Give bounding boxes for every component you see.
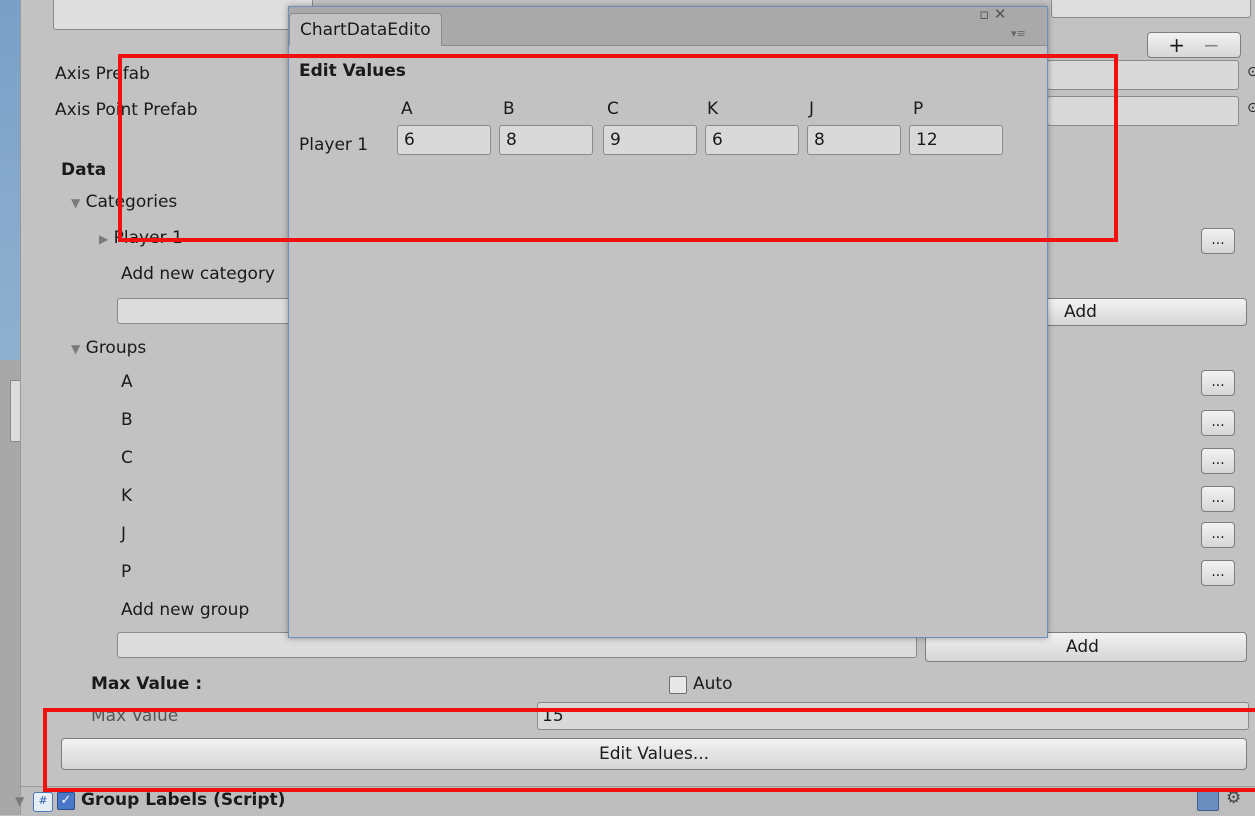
max-value-heading: Max Value : — [91, 674, 203, 694]
top-right-field[interactable] — [1051, 0, 1251, 18]
data-heading: Data — [61, 160, 107, 180]
column-header-c: C — [607, 99, 619, 119]
group-item-b: B — [121, 410, 133, 430]
auto-checkbox[interactable] — [669, 676, 687, 694]
max-value-field[interactable]: 15 — [537, 702, 1249, 730]
category-options-button[interactable]: ... — [1201, 228, 1235, 254]
gear-icon[interactable]: ⚙ — [1226, 788, 1241, 808]
window-controls[interactable]: ▫ ✕ — [979, 5, 1007, 23]
foldout-expanded-icon: ▼ — [71, 342, 81, 356]
group-item-k: K — [121, 486, 133, 506]
object-picker-icon[interactable]: ⊙ — [1247, 100, 1255, 116]
editor-heading: Edit Values — [299, 61, 406, 81]
max-value-label: Max Value — [91, 706, 179, 726]
minus-icon[interactable]: − — [1203, 33, 1220, 57]
foldout-collapsed-icon: ▶ — [99, 232, 109, 246]
group-j-options-button[interactable]: ... — [1201, 522, 1235, 548]
plus-minus-control: + − — [1147, 32, 1241, 58]
plus-icon[interactable]: + — [1168, 33, 1185, 57]
scene-view-edge — [0, 0, 20, 360]
column-header-b: B — [503, 99, 515, 119]
window-tab[interactable]: ChartDataEdito — [289, 13, 442, 46]
object-picker-icon[interactable]: ⊙ — [1247, 64, 1255, 80]
categories-foldout[interactable]: ▼ Categories — [71, 192, 177, 212]
component-enabled-checkbox[interactable]: ✓ — [57, 792, 75, 810]
column-header-p: P — [913, 99, 924, 119]
group-item-j: J — [121, 524, 127, 544]
groups-label: Groups — [85, 338, 147, 358]
axis-prefab-label: Axis Prefab — [55, 64, 150, 84]
column-header-a: A — [401, 99, 413, 119]
group-b-options-button[interactable]: ... — [1201, 410, 1235, 436]
group-item-p: P — [121, 562, 132, 582]
value-cell-j[interactable]: 8 — [807, 125, 901, 155]
value-cell-p[interactable]: 12 — [909, 125, 1003, 155]
add-group-label: Add new group — [121, 600, 250, 620]
component-title: Group Labels (Script) — [81, 790, 286, 810]
menu-icon[interactable]: ▾≡ — [1011, 27, 1026, 40]
group-p-options-button[interactable]: ... — [1201, 560, 1235, 586]
axis-prefab-field[interactable] — [1047, 60, 1239, 90]
category-item-label: Player 1 — [113, 228, 183, 248]
value-cell-c[interactable]: 9 — [603, 125, 697, 155]
script-icon: # — [33, 792, 53, 812]
category-item-player-1[interactable]: ▶ Player 1 — [99, 228, 183, 248]
edit-values-button[interactable]: Edit Values... — [61, 738, 1247, 770]
help-icon[interactable] — [1197, 791, 1219, 811]
left-side-strip — [0, 0, 22, 815]
axis-point-prefab-label: Axis Point Prefab — [55, 100, 198, 120]
foldout-expanded-icon: ▼ — [71, 196, 81, 210]
column-header-j: J — [809, 99, 815, 119]
add-category-label: Add new category — [121, 264, 275, 284]
axis-point-prefab-field[interactable] — [1047, 96, 1239, 126]
row-label-player-1: Player 1 — [299, 135, 369, 155]
value-cell-a[interactable]: 6 — [397, 125, 491, 155]
group-c-options-button[interactable]: ... — [1201, 448, 1235, 474]
foldout-expanded-icon[interactable]: ▼ — [15, 794, 24, 808]
chart-data-editor-window: ChartDataEdito ▫ ✕ ▾≡ Edit Values A B C … — [288, 5, 1048, 638]
group-item-a: A — [121, 372, 133, 392]
groups-foldout[interactable]: ▼ Groups — [71, 338, 146, 358]
value-cell-b[interactable]: 8 — [499, 125, 593, 155]
top-field[interactable] — [53, 0, 313, 30]
group-k-options-button[interactable]: ... — [1201, 486, 1235, 512]
categories-label: Categories — [85, 192, 178, 212]
column-header-k: K — [707, 99, 719, 119]
group-item-c: C — [121, 448, 133, 468]
auto-label: Auto — [693, 674, 733, 694]
group-a-options-button[interactable]: ... — [1201, 370, 1235, 396]
value-cell-k[interactable]: 6 — [705, 125, 799, 155]
